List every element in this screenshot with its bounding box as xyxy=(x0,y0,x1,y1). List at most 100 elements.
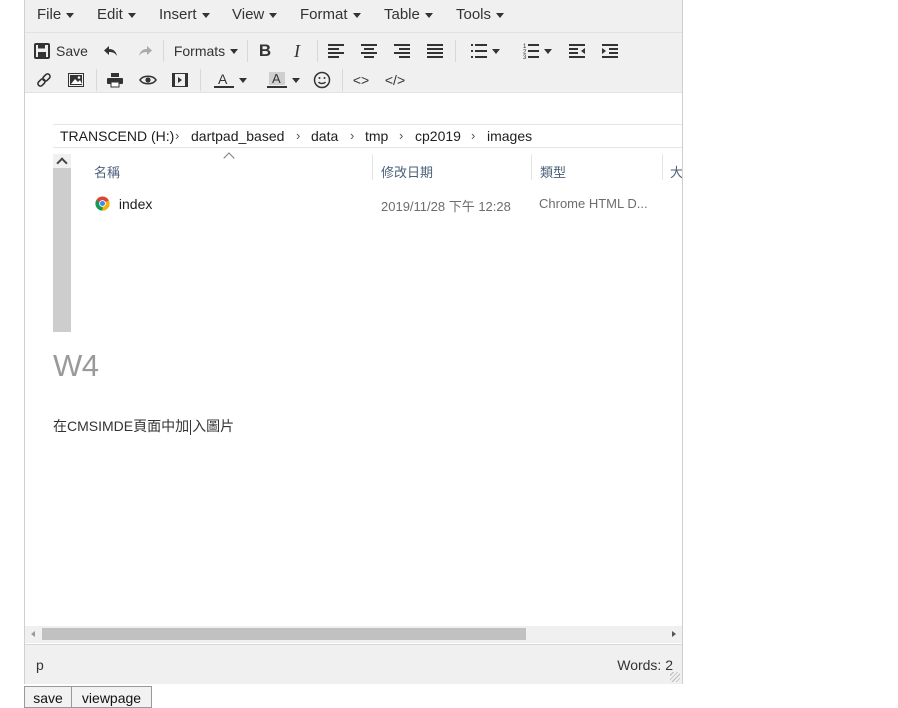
text-cursor xyxy=(190,419,192,435)
align-right-button[interactable] xyxy=(391,40,413,62)
chevron-down-icon xyxy=(269,12,278,18)
redo-button[interactable] xyxy=(135,40,155,62)
breadcrumb-item: tmp xyxy=(365,128,389,144)
image-button[interactable] xyxy=(65,69,87,91)
menu-tools[interactable]: Tools xyxy=(456,6,505,23)
source-code-icon: <> xyxy=(352,72,370,88)
background-color-button[interactable]: A xyxy=(261,69,305,91)
column-divider xyxy=(372,154,373,180)
redo-icon xyxy=(137,43,153,59)
viewpage-button[interactable]: viewpage xyxy=(71,686,152,708)
chevron-down-icon xyxy=(201,12,210,18)
column-header-size: 大 xyxy=(670,165,682,180)
breadcrumb-item: cp2019 xyxy=(415,128,461,144)
link-button[interactable] xyxy=(33,69,55,91)
toolbar-divider xyxy=(200,69,201,91)
image-icon xyxy=(68,73,84,87)
align-justify-button[interactable] xyxy=(424,40,446,62)
indent-button[interactable] xyxy=(599,40,621,62)
code-sample-icon: </> xyxy=(384,72,406,88)
chevron-down-icon xyxy=(424,12,433,18)
scroll-left-icon[interactable] xyxy=(31,631,35,637)
bullet-list-button[interactable] xyxy=(465,40,505,62)
align-justify-icon xyxy=(427,44,443,58)
bullet-list-icon xyxy=(470,44,487,58)
align-left-button[interactable] xyxy=(325,40,347,62)
save-button[interactable]: Save xyxy=(34,40,90,62)
chevron-right-icon: › xyxy=(296,128,301,143)
menu-label: View xyxy=(232,6,265,23)
text-color-button[interactable]: A xyxy=(208,69,252,91)
eye-icon xyxy=(139,74,157,86)
word-count: Words: 2 xyxy=(617,657,673,673)
explorer-scrollbar xyxy=(53,154,71,332)
chevron-up-icon xyxy=(53,154,71,168)
menu-edit[interactable]: Edit xyxy=(97,6,136,23)
document-paragraph: 在CMSIMDE頁面中加 入圖片 xyxy=(53,416,234,436)
printer-icon xyxy=(107,72,123,88)
menu-label: Tools xyxy=(456,6,492,23)
menu-format[interactable]: Format xyxy=(300,6,361,23)
breadcrumb-item: TRANSCEND (H:) xyxy=(60,128,175,144)
source-code-button[interactable]: <> xyxy=(350,69,372,91)
formats-label: Formats xyxy=(173,43,226,59)
menu-table[interactable]: Table xyxy=(384,6,433,23)
numbered-list-button[interactable]: 123 xyxy=(517,40,557,62)
chevron-down-icon xyxy=(127,12,136,18)
svg-text:3: 3 xyxy=(523,55,527,59)
svg-text:A: A xyxy=(218,72,228,87)
chrome-icon xyxy=(95,196,110,214)
save-page-button[interactable]: save xyxy=(24,686,72,708)
emoticons-button[interactable] xyxy=(311,69,333,91)
smiley-icon xyxy=(313,71,331,89)
print-button[interactable] xyxy=(104,69,126,91)
numbered-list-icon: 123 xyxy=(523,43,539,59)
element-path[interactable]: p xyxy=(36,657,44,673)
code-sample-button[interactable]: </> xyxy=(382,69,408,91)
paragraph-text: 在CMSIMDE頁面中加 xyxy=(53,418,190,434)
scrollbar-thumb[interactable] xyxy=(42,628,526,640)
align-center-button[interactable] xyxy=(358,40,380,62)
text-color-icon: A xyxy=(213,72,234,88)
chevron-down-icon xyxy=(496,12,505,18)
toolbar-divider xyxy=(455,40,456,62)
horizontal-scrollbar[interactable] xyxy=(25,626,682,643)
toolbar-divider xyxy=(342,69,343,91)
media-button[interactable] xyxy=(169,69,191,91)
column-header-name: 名稱 xyxy=(94,165,121,180)
menu-label: Edit xyxy=(97,6,123,23)
chevron-right-icon: › xyxy=(350,128,355,143)
toolbar-divider xyxy=(96,69,97,91)
menu-label: File xyxy=(37,6,62,23)
chevron-down-icon xyxy=(352,12,361,18)
menu-label: Format xyxy=(300,6,348,23)
resize-handle-icon[interactable] xyxy=(670,672,680,682)
menu-file[interactable]: File xyxy=(37,6,75,23)
undo-icon xyxy=(103,43,119,59)
menu-insert[interactable]: Insert xyxy=(159,6,210,23)
breadcrumb-item: data xyxy=(311,128,339,144)
link-icon xyxy=(36,72,52,88)
breadcrumb-item: dartpad_based xyxy=(191,128,285,144)
italic-button[interactable]: I xyxy=(286,40,308,62)
align-left-icon xyxy=(328,44,344,58)
italic-icon: I xyxy=(294,40,300,61)
file-modified: 2019/11/28 下午 12:28 xyxy=(381,199,511,214)
svg-text:A: A xyxy=(272,72,281,86)
editor-content[interactable]: TRANSCEND (H:) › dartpad_based › data › … xyxy=(25,94,682,626)
explorer-screenshot-image: TRANSCEND (H:) › dartpad_based › data › … xyxy=(53,124,682,332)
file-name: index xyxy=(118,196,153,212)
menu-label: Table xyxy=(384,6,420,23)
bold-button[interactable]: B xyxy=(254,40,276,62)
undo-button[interactable] xyxy=(101,40,121,62)
preview-button[interactable] xyxy=(137,69,159,91)
indent-icon xyxy=(602,44,618,58)
chevron-down-icon xyxy=(543,48,552,54)
document-heading: W4 xyxy=(53,348,99,383)
scroll-right-icon[interactable] xyxy=(672,631,676,637)
formats-dropdown[interactable]: Formats xyxy=(173,40,239,62)
tinymce-editor: File Edit Insert View Format Table Tools… xyxy=(24,0,683,684)
menu-view[interactable]: View xyxy=(232,6,278,23)
outdent-button[interactable] xyxy=(566,40,588,62)
column-header-modified: 修改日期 xyxy=(381,165,434,180)
